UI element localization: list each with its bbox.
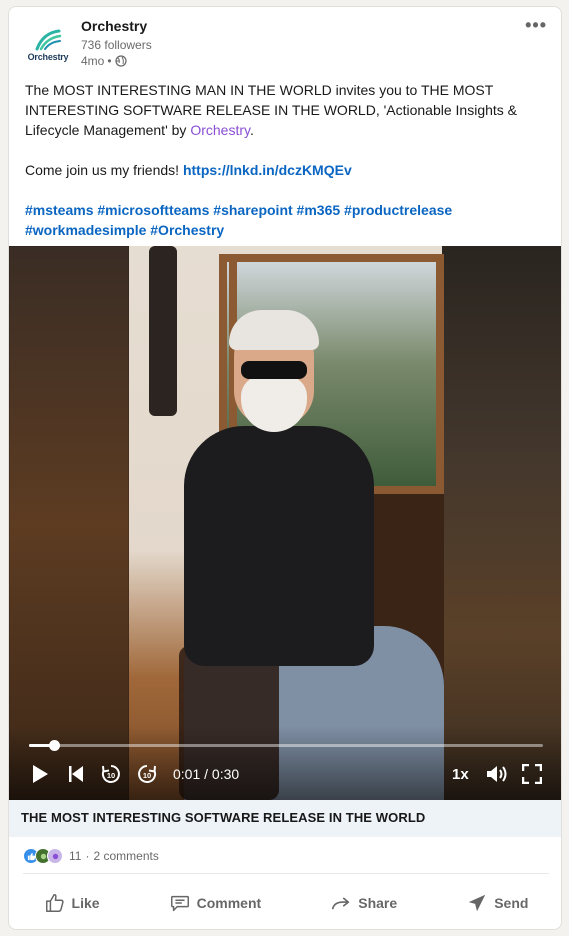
video-progress-bar[interactable] xyxy=(29,740,543,751)
post-text: The MOST INTERESTING MAN IN THE WORLD in… xyxy=(25,80,551,260)
man-torso xyxy=(184,426,374,666)
time-separator: • xyxy=(107,54,112,68)
orchestry-logo-icon xyxy=(35,29,62,50)
invite-text: Come join us my friends! xyxy=(25,162,183,178)
post-paragraph: The MOST INTERESTING MAN IN THE WORLD in… xyxy=(25,80,551,140)
comment-button[interactable]: Comment xyxy=(161,886,270,920)
company-logo[interactable]: Orchestry xyxy=(23,20,73,70)
wine-rack xyxy=(149,246,177,416)
count-separator: · xyxy=(85,849,90,863)
feed-post-card: Orchestry Orchestry 736 followers 4mo • … xyxy=(8,6,562,930)
playback-speed-button[interactable]: 1x xyxy=(452,766,469,783)
reaction-icons xyxy=(23,848,63,864)
share-button[interactable]: Share xyxy=(322,886,405,920)
skip-back-icon[interactable] xyxy=(65,763,87,785)
support-reaction-icon xyxy=(47,848,63,864)
video-blur-left xyxy=(9,246,129,800)
post-header: Orchestry Orchestry 736 followers 4mo • … xyxy=(9,7,561,73)
event-link[interactable]: https://lnkd.in/dczKMQEv xyxy=(183,162,352,178)
thumbs-up-icon xyxy=(45,894,64,912)
time-ago: 4mo xyxy=(81,54,105,68)
post-timestamp: 4mo • xyxy=(81,54,127,68)
divider xyxy=(23,873,549,874)
share-arrow-icon xyxy=(332,897,350,910)
video-caption[interactable]: THE MOST INTERESTING SOFTWARE RELEASE IN… xyxy=(9,800,561,837)
video-time: 0:01 / 0:30 xyxy=(173,766,240,782)
send-button[interactable]: Send xyxy=(458,886,536,920)
post-text-body: The MOST INTERESTING MAN IN THE WORLD in… xyxy=(25,82,518,138)
comment-icon xyxy=(170,895,189,912)
invite-paragraph: Come join us my friends! https://lnkd.in… xyxy=(25,160,551,180)
like-label: Like xyxy=(71,895,100,911)
video-player[interactable]: 10 10 0:01 / 0:30 1x xyxy=(9,246,561,800)
send-icon xyxy=(468,894,486,912)
reaction-count[interactable]: 11 xyxy=(69,849,81,863)
man-hair xyxy=(229,310,319,350)
social-counts[interactable]: 11 · 2 comments xyxy=(23,847,159,865)
video-frame xyxy=(129,246,444,800)
hashtag-line[interactable]: #msteams #microsoftteams #sharepoint #m3… xyxy=(25,202,452,218)
like-button[interactable]: Like xyxy=(36,886,108,920)
rewind-10-icon[interactable]: 10 xyxy=(99,763,123,785)
progress-thumb[interactable] xyxy=(48,740,60,751)
comment-count[interactable]: 2 comments xyxy=(93,849,158,863)
sunglasses xyxy=(241,361,307,379)
follower-count: 736 followers xyxy=(81,38,152,52)
company-mention-link[interactable]: Orchestry xyxy=(190,122,250,138)
fullscreen-icon[interactable] xyxy=(521,763,543,785)
action-bar: Like Comment Share Send xyxy=(9,883,561,923)
globe-icon xyxy=(114,55,127,67)
volume-icon[interactable] xyxy=(484,763,510,785)
more-options-button[interactable]: ••• xyxy=(525,15,547,36)
play-icon[interactable] xyxy=(29,763,51,785)
send-label: Send xyxy=(494,895,529,911)
forward-10-icon[interactable]: 10 xyxy=(135,763,159,785)
company-name[interactable]: Orchestry xyxy=(81,18,147,34)
video-blur-right xyxy=(442,246,561,800)
svg-text:10: 10 xyxy=(107,771,115,780)
comment-label: Comment xyxy=(196,895,262,911)
post-text-end: . xyxy=(249,122,254,138)
svg-text:10: 10 xyxy=(143,771,151,780)
hashtag-line[interactable]: #workmadesimple #Orchestry xyxy=(25,222,224,238)
logo-wordmark: Orchestry xyxy=(27,51,69,62)
share-label: Share xyxy=(358,895,398,911)
video-controls: 10 10 0:01 / 0:30 1x xyxy=(9,726,561,800)
hashtags: #msteams #microsoftteams #sharepoint #m3… xyxy=(25,200,551,240)
